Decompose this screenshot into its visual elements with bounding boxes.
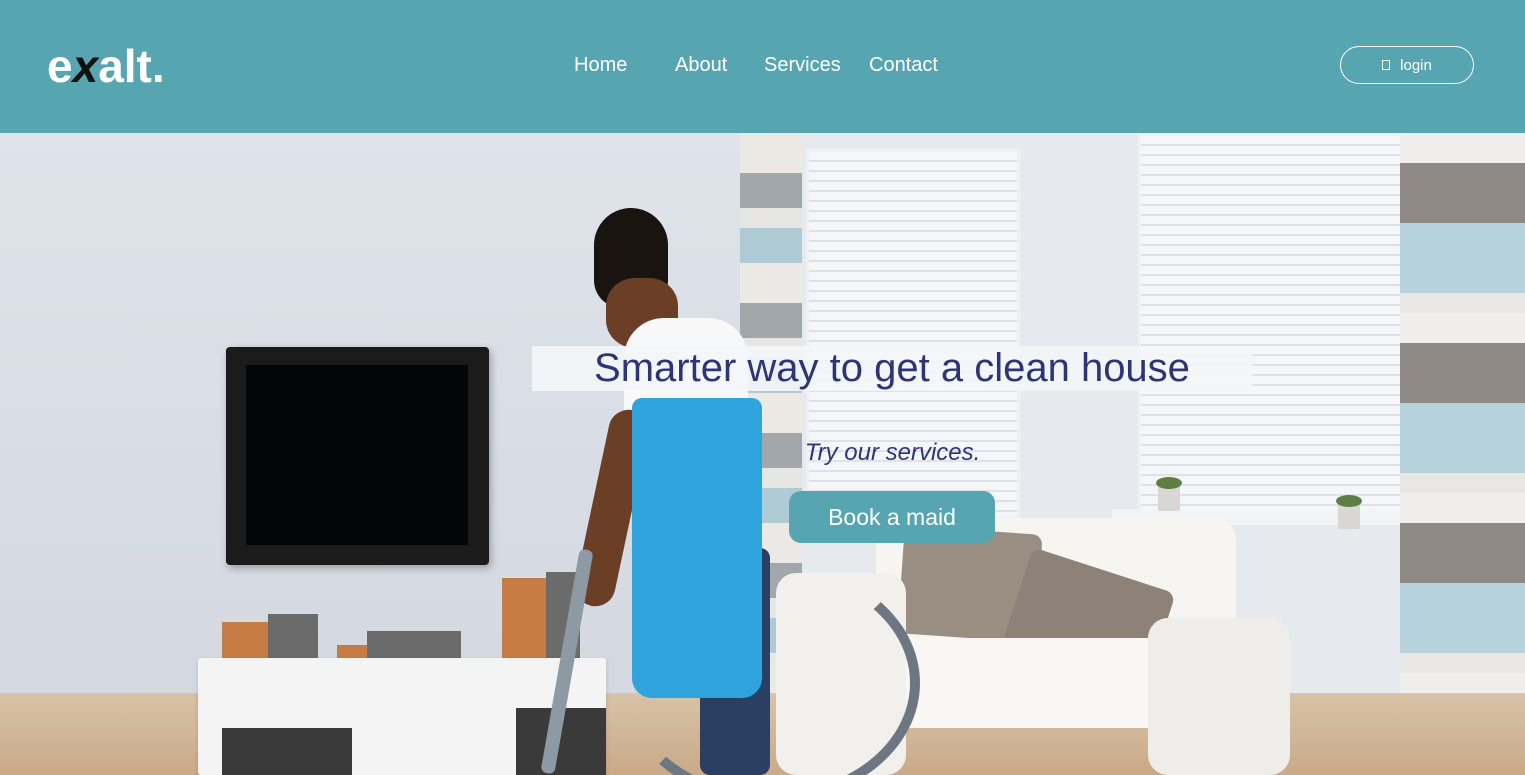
logo-letter-x: x <box>72 40 99 92</box>
nav-link-about[interactable]: About <box>675 52 727 78</box>
plant-pot <box>1336 495 1362 529</box>
plant-pot <box>1156 477 1182 511</box>
login-label: login <box>1400 56 1432 74</box>
window-blinds <box>1138 133 1408 523</box>
sofa-arm <box>1148 618 1290 775</box>
hero-headline: Smarter way to get a clean house <box>532 346 1252 391</box>
tv-screen <box>246 365 468 545</box>
nav-link-home[interactable]: Home <box>574 52 627 78</box>
hero-tagline: Try our services. <box>804 439 981 466</box>
user-icon <box>1382 60 1391 70</box>
brand-logo[interactable]: exalt. <box>47 40 165 92</box>
nav-link-contact[interactable]: Contact <box>869 52 938 78</box>
site-header: exalt. Home About Services Contact login <box>0 0 1525 133</box>
stand-drawer <box>222 728 352 775</box>
logo-letter-e: e <box>47 40 73 92</box>
cleaning-woman <box>571 208 830 775</box>
plant-leaf <box>1156 477 1182 489</box>
nav-link-services[interactable]: Services <box>764 52 841 78</box>
logo-letters-rest: alt. <box>98 40 165 92</box>
book-maid-button[interactable]: Book a maid <box>789 491 995 543</box>
curtain <box>1400 133 1525 775</box>
login-button[interactable]: login <box>1340 46 1474 84</box>
plant-leaf <box>1336 495 1362 507</box>
wall-tv <box>226 347 489 565</box>
